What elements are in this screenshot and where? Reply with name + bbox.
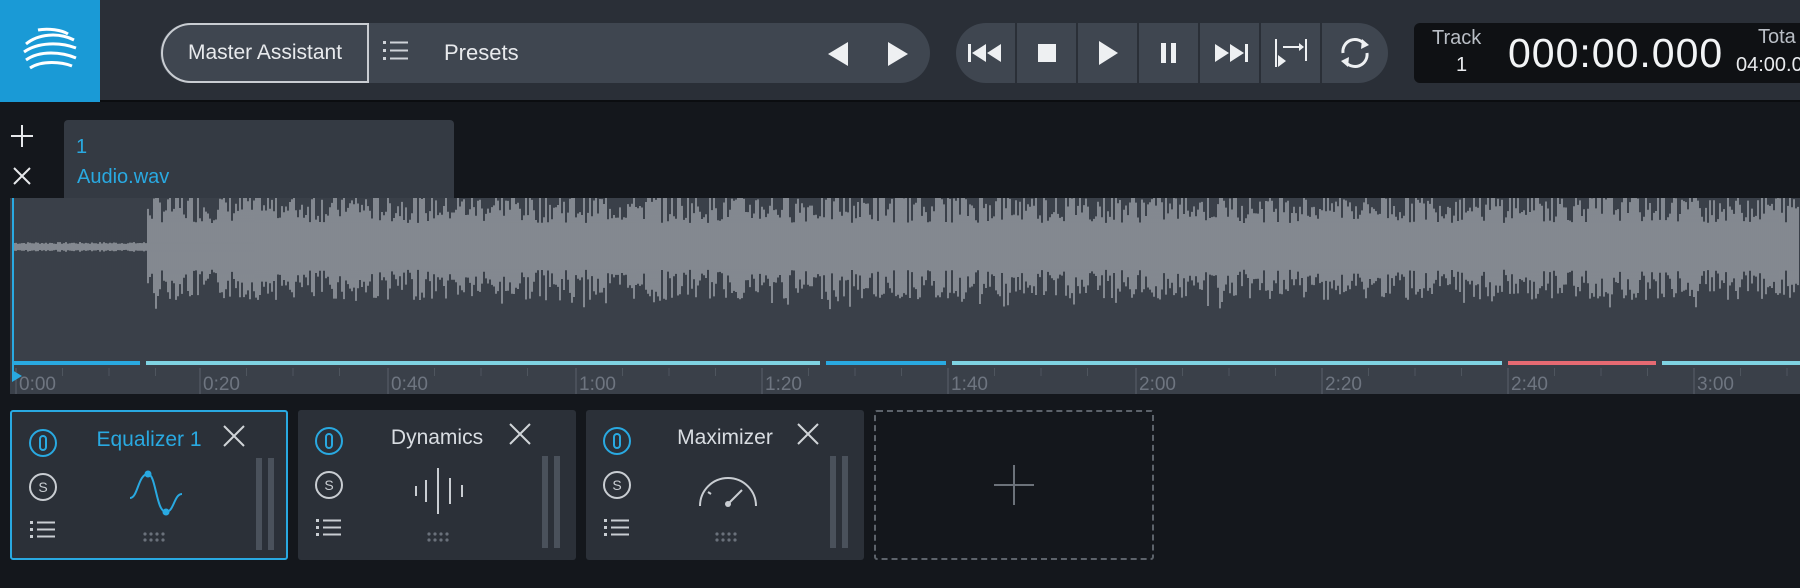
solo-button[interactable]: S <box>602 470 632 505</box>
total-time: 04:00.0 <box>1736 54 1800 76</box>
skip-back-button[interactable] <box>956 23 1017 83</box>
power-toggle-button[interactable] <box>602 426 632 461</box>
eq-curve-icon <box>128 468 184 523</box>
list-icon <box>604 519 629 536</box>
triangle-left-icon <box>828 42 848 66</box>
power-icon <box>29 429 57 457</box>
svg-text:S: S <box>38 479 47 495</box>
remove-module-button[interactable] <box>796 422 820 451</box>
presets-list-icon[interactable] <box>383 40 409 67</box>
add-track-button[interactable] <box>10 124 34 148</box>
pause-icon <box>1160 43 1176 63</box>
preset-previous-button[interactable] <box>818 36 858 72</box>
remove-track-button[interactable] <box>12 166 32 186</box>
module-level-meter <box>830 456 850 553</box>
module-menu-button[interactable] <box>604 518 630 543</box>
skip-forward-button[interactable] <box>1200 23 1261 83</box>
top-toolbar: Master Assistant Presets Track 1 000:00.… <box>0 0 1800 102</box>
current-time: 000:00.000 <box>1508 30 1724 76</box>
power-toggle-button[interactable] <box>28 428 58 463</box>
play-icon <box>1098 41 1118 65</box>
waveform-path <box>13 198 1799 310</box>
module-equalizer[interactable]: Equalizer 1 S <box>10 410 288 560</box>
list-icon <box>316 519 341 536</box>
module-level-meter <box>256 458 276 555</box>
plus-icon <box>11 125 33 147</box>
dynamics-bars-icon <box>412 466 468 521</box>
drag-handle-icon[interactable] <box>426 530 450 548</box>
close-icon <box>509 423 531 445</box>
preset-next-button[interactable] <box>878 36 918 72</box>
module-menu-button[interactable] <box>316 518 342 543</box>
master-assistant-button[interactable]: Master Assistant <box>161 23 369 83</box>
transport-controls <box>956 23 1388 83</box>
total-label: Tota <box>1758 26 1796 48</box>
gauge-icon <box>696 470 760 517</box>
close-icon <box>797 423 819 445</box>
solo-icon: S <box>603 471 631 499</box>
power-icon <box>315 427 343 455</box>
close-icon <box>223 425 245 447</box>
close-icon <box>13 167 31 185</box>
list-icon <box>30 521 55 538</box>
module-level-meter <box>542 456 562 553</box>
skip-forward-icon <box>1214 44 1248 62</box>
refresh-loop-icon <box>1341 38 1369 68</box>
track-number: 1 <box>1456 54 1468 76</box>
master-assistant-label: Master Assistant <box>187 41 343 64</box>
track-tab-filename: Audio.wav <box>77 166 170 188</box>
module-maximizer[interactable]: Maximizer S <box>586 410 864 560</box>
drag-handle-icon[interactable] <box>142 530 166 548</box>
triangle-right-icon <box>888 42 908 66</box>
stop-button[interactable] <box>1017 23 1078 83</box>
presets-button[interactable]: Presets <box>444 40 519 66</box>
skip-back-icon <box>967 44 1001 62</box>
track-tab-number: 1 <box>76 136 88 158</box>
stop-icon <box>1037 44 1056 62</box>
logo-icon <box>23 27 77 70</box>
drag-handle-icon[interactable] <box>714 530 738 548</box>
solo-button[interactable]: S <box>314 470 344 505</box>
pause-button[interactable] <box>1139 23 1200 83</box>
add-module-button[interactable] <box>874 410 1154 560</box>
module-dynamics[interactable]: Dynamics S <box>298 410 576 560</box>
loop-button[interactable] <box>1322 23 1388 83</box>
power-toggle-button[interactable] <box>314 426 344 461</box>
plus-icon <box>994 465 1034 505</box>
module-menu-button[interactable] <box>30 520 56 545</box>
power-icon <box>603 427 631 455</box>
app-logo[interactable] <box>0 0 100 102</box>
timeline-ruler[interactable] <box>10 358 1800 394</box>
ozone-app-window: Master Assistant Presets Track 1 000:00.… <box>0 0 1800 588</box>
loop-region-icon <box>1274 39 1307 67</box>
svg-text:S: S <box>324 477 333 493</box>
solo-icon: S <box>29 473 57 501</box>
solo-icon: S <box>315 471 343 499</box>
solo-button[interactable]: S <box>28 472 58 507</box>
play-button[interactable] <box>1078 23 1139 83</box>
remove-module-button[interactable] <box>508 422 532 451</box>
playhead[interactable] <box>12 198 14 376</box>
track-label: Track <box>1432 27 1482 49</box>
remove-module-button[interactable] <box>222 424 246 453</box>
bypass-region-button[interactable] <box>1261 23 1322 83</box>
svg-text:S: S <box>612 477 621 493</box>
